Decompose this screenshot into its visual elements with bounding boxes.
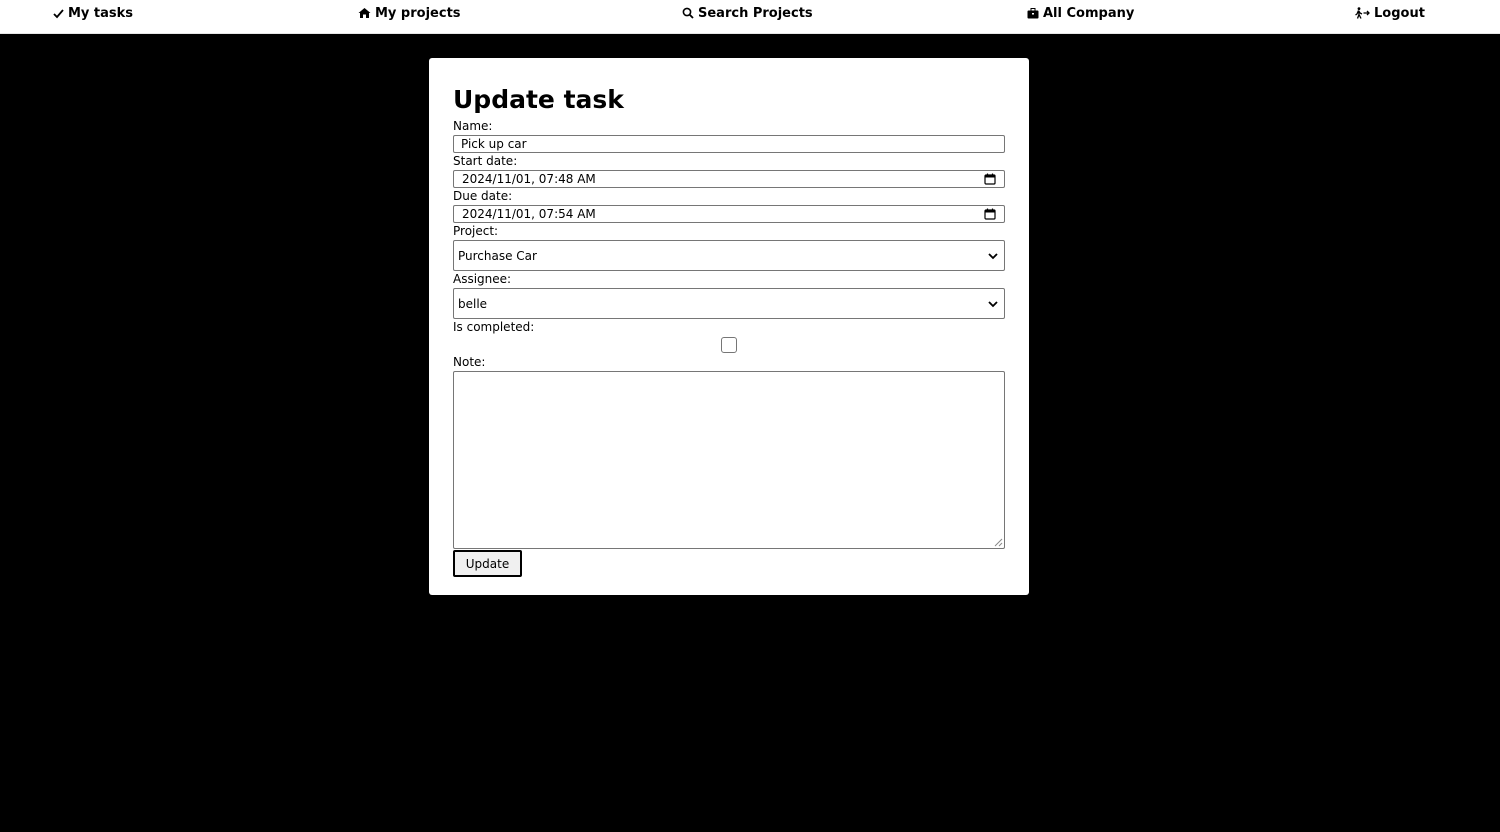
note-label: Note: xyxy=(453,355,486,369)
nav-search-projects[interactable]: Search Projects xyxy=(682,5,813,21)
update-button-label: Update xyxy=(465,556,510,571)
completed-checkbox[interactable] xyxy=(721,337,737,353)
home-icon xyxy=(358,7,371,19)
nav-search-projects-label: Search Projects xyxy=(698,5,813,21)
check-icon xyxy=(53,8,64,19)
logout-icon xyxy=(1355,7,1370,19)
chevron-down-icon xyxy=(988,249,998,263)
nav-my-tasks-label: My tasks xyxy=(68,5,134,21)
top-navbar: My tasks My projects Search Projects All… xyxy=(0,0,1500,34)
nav-my-projects[interactable]: My projects xyxy=(358,5,461,21)
calendar-icon[interactable] xyxy=(984,173,996,185)
nav-all-company-label: All Company xyxy=(1043,5,1135,21)
resize-grip-icon[interactable] xyxy=(994,538,1003,547)
note-textarea[interactable] xyxy=(453,371,1005,549)
nav-all-company[interactable]: All Company xyxy=(1027,5,1134,21)
completed-row xyxy=(453,336,1005,354)
update-task-form: Update task Name: Pick up car Start date… xyxy=(453,82,1005,577)
calendar-icon[interactable] xyxy=(984,208,996,220)
project-label: Project: xyxy=(453,224,499,238)
assignee-label: Assignee: xyxy=(453,272,512,286)
assignee-select[interactable]: belle xyxy=(453,288,1005,319)
search-icon xyxy=(682,7,694,19)
nav-my-tasks[interactable]: My tasks xyxy=(53,5,133,21)
briefcase-icon xyxy=(1027,7,1039,19)
nav-logout[interactable]: Logout xyxy=(1355,5,1425,21)
completed-label: Is completed: xyxy=(453,320,535,334)
name-field-value: Pick up car xyxy=(461,137,527,151)
update-button[interactable]: Update xyxy=(453,550,522,577)
chevron-down-icon xyxy=(988,297,998,311)
start-date-value: 2024/11/01, 07:48 AM xyxy=(462,172,596,186)
due-date-field[interactable]: 2024/11/01, 07:54 AM xyxy=(453,205,1005,223)
due-date-label: Due date: xyxy=(453,189,513,203)
start-date-label: Start date: xyxy=(453,154,518,168)
project-select[interactable]: Purchase Car xyxy=(453,240,1005,271)
due-date-value: 2024/11/01, 07:54 AM xyxy=(462,207,596,221)
page-title: Update task xyxy=(453,85,624,114)
nav-my-projects-label: My projects xyxy=(375,5,461,21)
name-label: Name: xyxy=(453,119,493,133)
start-date-field[interactable]: 2024/11/01, 07:48 AM xyxy=(453,170,1005,188)
assignee-select-value: belle xyxy=(458,296,488,311)
project-select-value: Purchase Car xyxy=(458,248,537,263)
update-task-card: Update task Name: Pick up car Start date… xyxy=(429,58,1029,595)
name-field[interactable]: Pick up car xyxy=(453,135,1005,153)
nav-logout-label: Logout xyxy=(1374,5,1425,21)
